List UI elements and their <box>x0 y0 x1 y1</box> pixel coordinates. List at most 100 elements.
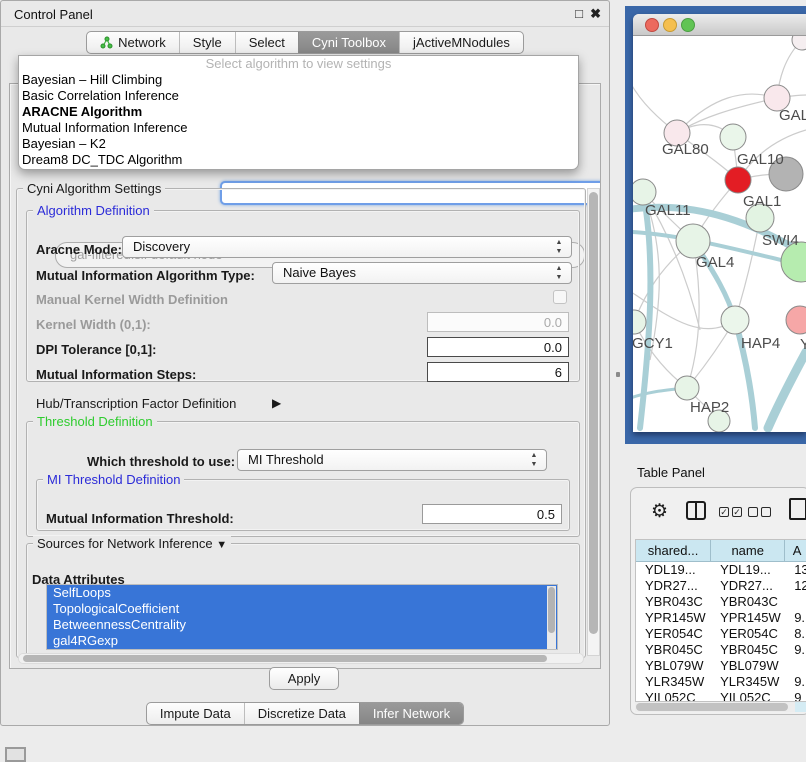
tab-network[interactable]: Network <box>87 32 179 53</box>
dropdown-item[interactable]: Mutual Information Inference <box>19 120 578 136</box>
aracne-mode-label: Aracne Mode: <box>36 242 122 257</box>
columns-icon[interactable] <box>686 501 706 520</box>
network-window-titlebar <box>633 14 806 36</box>
which-threshold-combobox[interactable]: MI Threshold ▲▼ <box>237 449 547 471</box>
column-header[interactable]: A <box>785 540 806 562</box>
node-label: GAL4 <box>696 254 734 271</box>
tab-impute-data[interactable]: Impute Data <box>147 703 244 724</box>
table-row[interactable]: YBR045CYBR045C9. <box>636 642 806 658</box>
threshold-definition-title: Threshold Definition <box>33 414 157 429</box>
node-table[interactable]: shared... name A YDL19...YDL19...13 YDR2… <box>635 539 806 702</box>
control-panel-tabs: Network Style Select Cyni Toolbox jActiv… <box>1 31 609 54</box>
list-item[interactable]: gal4RGexp <box>47 633 557 649</box>
network-node <box>676 224 710 258</box>
splitter-handle[interactable] <box>616 372 620 377</box>
mi-type-label: Mutual Information Algorithm Type: <box>36 268 255 283</box>
table-panel: ⚙ ✓✓ shared... name A YDL19...YDL19...13… <box>630 487 806 715</box>
network-node <box>721 306 749 334</box>
expand-right-arrow-icon[interactable]: ▶ <box>272 396 281 410</box>
list-item[interactable]: SelfLoops <box>47 585 557 601</box>
network-window: GAL8 GAL80 GAL10 GAL1 GAL11 SWI4 GAL4 GC… <box>633 14 806 432</box>
tab-style[interactable]: Style <box>179 32 235 53</box>
mac-minimize-icon[interactable] <box>664 19 677 32</box>
mac-zoom-icon[interactable] <box>682 19 695 32</box>
table-row[interactable]: YPR145WYPR145W9. <box>636 610 806 626</box>
manual-kernel-label: Manual Kernel Width Definition <box>36 292 228 307</box>
dropdown-item[interactable]: Bayesian – K2 <box>19 136 578 152</box>
table-row[interactable]: YER054CYER054C8. <box>636 626 806 642</box>
table-row[interactable]: YDR27...YDR27...12 <box>636 578 806 594</box>
dpi-tolerance-field[interactable] <box>427 337 569 357</box>
mi-steps-field[interactable] <box>427 362 569 382</box>
hub-definition-label[interactable]: Hub/Transcription Factor Definition <box>36 396 236 411</box>
close-icon[interactable]: ✖ <box>590 6 601 22</box>
collapse-down-arrow-icon[interactable]: ▼ <box>216 539 227 551</box>
dropdown-item-selected[interactable]: ARACNE Algorithm <box>19 104 578 120</box>
mi-type-combobox[interactable]: Naive Bayes ▲▼ <box>272 262 572 284</box>
mi-threshold-definition-title: MI Threshold Definition <box>43 472 184 487</box>
list-item[interactable]: BetweennessCentrality <box>47 617 557 633</box>
node-label: GAL8 <box>779 107 806 124</box>
node-label: SWI4 <box>762 232 799 249</box>
network-node <box>786 306 806 334</box>
dropdown-item[interactable]: Basic Correlation Inference <box>19 88 578 104</box>
stepper-arrows-icon: ▲▼ <box>554 238 564 256</box>
dpi-tolerance-label: DPI Tolerance [0,1]: <box>36 342 156 357</box>
node-label: HAP4 <box>741 335 780 352</box>
table-row[interactable]: YBR043CYBR043C <box>636 594 806 610</box>
table-row[interactable]: YIL052CYIL052C9 <box>636 690 806 702</box>
mi-threshold-field[interactable] <box>422 504 562 524</box>
table-horizontal-scrollbar[interactable] <box>635 702 795 712</box>
table-toolbar: ⚙ ✓✓ <box>631 488 806 536</box>
checked-boxes-icon[interactable]: ✓✓ <box>719 507 742 517</box>
node-label: GAL80 <box>662 141 709 158</box>
control-panel-titlebar: Control Panel □ ✖ <box>1 1 609 27</box>
list-scrollbar[interactable] <box>547 586 556 650</box>
bottom-tabs: Impute Data Discretize Data Infer Networ… <box>1 702 609 725</box>
control-panel-title: Control Panel <box>14 7 93 22</box>
node-label: GAL1 <box>743 193 781 210</box>
kernel-width-label: Kernel Width (0,1): <box>36 317 151 332</box>
apply-button[interactable]: Apply <box>269 667 339 690</box>
node-label: GAL11 <box>645 202 691 219</box>
manual-kernel-checkbox[interactable] <box>553 290 567 304</box>
mi-steps-label: Mutual Information Steps: <box>36 367 196 382</box>
table-row[interactable]: YDL19...YDL19...13 <box>636 562 806 578</box>
table-row[interactable]: YBL079WYBL079W <box>636 658 806 674</box>
export-table-icon[interactable] <box>789 498 806 520</box>
stepper-arrows-icon: ▲▼ <box>554 264 564 282</box>
unchecked-boxes-icon[interactable] <box>748 507 771 517</box>
table-row[interactable]: YLR345WYLR345W9. <box>636 674 806 690</box>
cyni-settings-title: Cyni Algorithm Settings <box>23 181 165 196</box>
dropdown-item[interactable]: Bayesian – Hill Climbing <box>19 72 578 88</box>
tab-select[interactable]: Select <box>235 32 298 53</box>
dropdown-item[interactable]: Dream8 DC_TDC Algorithm <box>19 152 578 168</box>
tab-infer-network[interactable]: Infer Network <box>359 703 463 724</box>
minimized-window-icon[interactable] <box>5 747 26 762</box>
gear-icon[interactable]: ⚙ <box>651 500 668 523</box>
tab-cyni-toolbox[interactable]: Cyni Toolbox <box>298 32 399 53</box>
aracne-mode-combobox[interactable]: Discovery ▲▼ <box>122 236 572 258</box>
screen: Control Panel □ ✖ Network Style <box>0 0 806 762</box>
network-icon <box>100 36 113 49</box>
network-canvas[interactable]: GAL8 GAL80 GAL10 GAL1 GAL11 SWI4 GAL4 GC… <box>633 36 806 432</box>
sources-title: Sources for Network Inference ▼ <box>33 536 231 551</box>
float-window-icon[interactable]: □ <box>575 6 583 21</box>
horizontal-scrollbar[interactable] <box>18 653 584 664</box>
mac-close-icon[interactable] <box>646 19 659 32</box>
network-node <box>633 310 646 334</box>
network-node <box>725 167 751 193</box>
control-panel-window: Control Panel □ ✖ Network Style <box>0 0 610 726</box>
table-panel-title: Table Panel <box>637 465 705 480</box>
tab-jactivemnodules[interactable]: jActiveMNodules <box>399 32 523 53</box>
kernel-width-field[interactable] <box>427 312 569 332</box>
data-attributes-list[interactable]: SelfLoops TopologicalCoefficient Between… <box>46 584 558 650</box>
network-node <box>720 124 746 150</box>
vertical-scrollbar[interactable] <box>587 188 600 656</box>
tab-network-label: Network <box>118 35 166 50</box>
tab-discretize-data[interactable]: Discretize Data <box>244 703 359 724</box>
list-item[interactable]: TopologicalCoefficient <box>47 601 557 617</box>
node-label: Y <box>800 336 806 353</box>
column-header[interactable]: name <box>711 540 785 562</box>
column-header[interactable]: shared... <box>636 540 711 562</box>
